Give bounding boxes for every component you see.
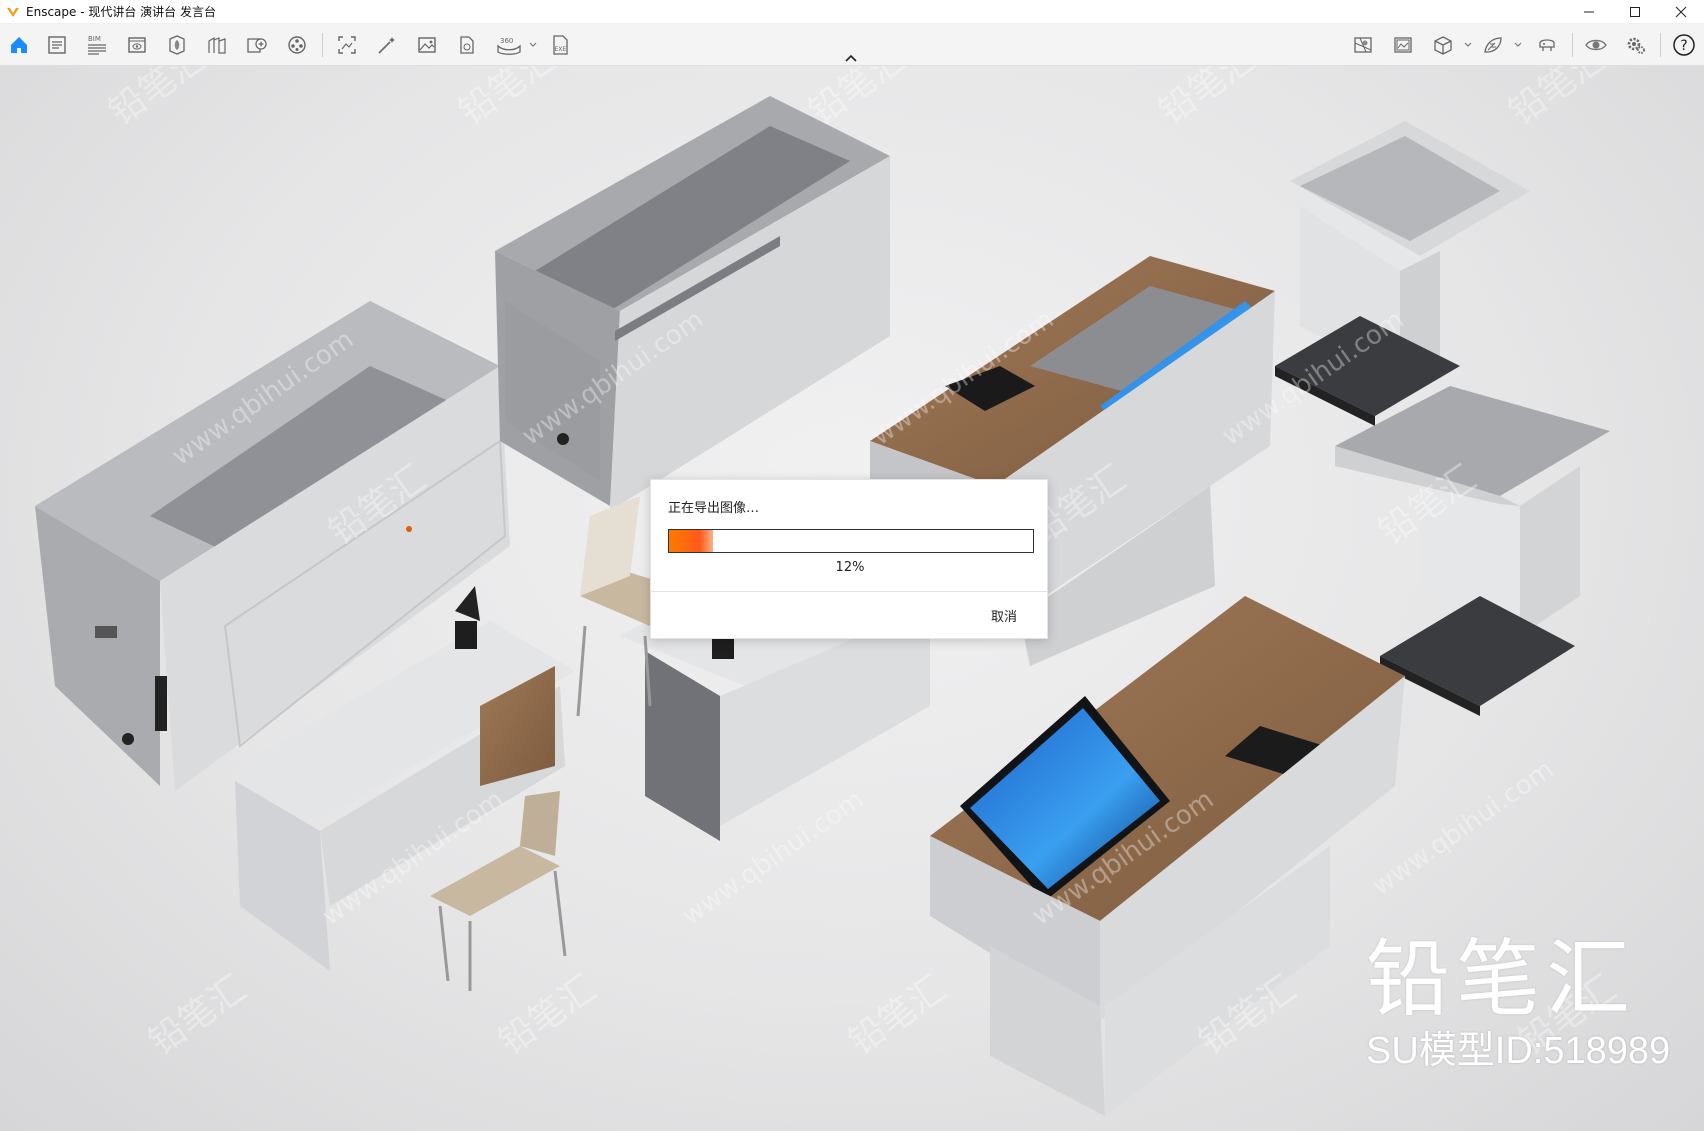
brand-title: 铅笔汇 [1366, 930, 1637, 1028]
chevron-up-icon[interactable] [842, 53, 860, 65]
watermark-site: www.qbihui.com [867, 304, 1059, 451]
minimize-button[interactable] [1566, 0, 1612, 24]
window-controls [1566, 0, 1704, 24]
progress-percent: 12% [835, 560, 865, 575]
enscape-logo-icon [4, 0, 22, 24]
close-button[interactable] [1658, 0, 1704, 24]
watermark-brand: 铅笔汇 [1152, 66, 1264, 133]
eye-icon[interactable] [1583, 32, 1609, 58]
title-bar: Enscape - 现代讲台 演讲台 发言台 [0, 0, 1704, 24]
materials-icon[interactable] [204, 32, 230, 58]
brand-overlay: 铅笔汇 SU模型ID:518989 [1366, 931, 1686, 1073]
model-id-label: SU模型ID:518989 [1366, 1030, 1671, 1072]
pano-badge: 360 [500, 37, 513, 45]
toolbar-separator [1660, 33, 1661, 57]
help-icon[interactable]: ? [1671, 32, 1697, 58]
maximize-icon [1630, 7, 1640, 17]
book-add-icon[interactable] [244, 32, 270, 58]
export-exe-icon[interactable]: EXE [548, 32, 574, 58]
video-editor-icon[interactable] [284, 32, 310, 58]
bim-badge: BIM [88, 35, 101, 43]
watermark-site: www.qbihui.com [317, 784, 509, 931]
magic-wand-icon[interactable] [374, 32, 400, 58]
progress-fill [669, 530, 713, 552]
map-icon[interactable] [1350, 32, 1376, 58]
window-title: Enscape - 现代讲台 演讲台 发言台 [26, 5, 216, 19]
help-glyph: ? [1680, 38, 1687, 54]
watermark-brand: 铅笔汇 [102, 66, 214, 133]
export-status-text: 正在导出图像… [668, 501, 760, 516]
watermark-brand: 铅笔汇 [1372, 458, 1484, 554]
toolbar-separator [322, 33, 323, 57]
render-file-icon[interactable] [454, 32, 480, 58]
watermark-brand: 铅笔汇 [802, 66, 914, 133]
dialog-divider [651, 591, 1047, 592]
export-progress-dialog: 正在导出图像… 12% 取消 [650, 479, 1048, 639]
watermark-brand: 铅笔汇 [142, 968, 254, 1064]
minimize-icon [1584, 11, 1594, 13]
watermark-brand: 铅笔汇 [842, 968, 954, 1064]
watermark-site: www.qbihui.com [1367, 754, 1559, 901]
image-gallery-icon[interactable] [1390, 32, 1416, 58]
watermark-brand: 铅笔汇 [452, 66, 564, 133]
visual-settings-icon[interactable] [124, 32, 150, 58]
watermark-site: www.qbihui.com [1027, 784, 1219, 931]
watermark-brand: 铅笔汇 [1192, 968, 1304, 1064]
watermark-site: www.qbihui.com [517, 304, 709, 451]
render-image-icon[interactable] [414, 32, 440, 58]
toolbar-separator [1572, 33, 1573, 57]
watermark-site: www.qbihui.com [1217, 304, 1409, 451]
maximize-button[interactable] [1612, 0, 1658, 24]
chevron-down-icon[interactable] [1513, 40, 1523, 50]
vr-headset-icon[interactable] [1534, 32, 1560, 58]
screenshot-icon[interactable] [334, 32, 360, 58]
exe-badge: EXE [555, 46, 567, 53]
watermark-brand: 铅笔汇 [492, 968, 604, 1064]
cancel-button[interactable]: 取消 [991, 606, 1017, 625]
settings-icon[interactable] [1623, 32, 1649, 58]
bim-panel-icon[interactable]: BIM [84, 32, 110, 58]
document-icon[interactable] [44, 32, 70, 58]
chevron-down-icon[interactable] [528, 40, 538, 50]
feedback-icon[interactable] [1480, 32, 1506, 58]
asset-library-icon[interactable] [164, 32, 190, 58]
watermark-site: www.qbihui.com [167, 324, 359, 471]
cube-view-icon[interactable] [1430, 32, 1456, 58]
home-icon[interactable] [6, 32, 32, 58]
watermark-brand: 铅笔汇 [322, 458, 434, 554]
watermark-site: www.qbihui.com [677, 784, 869, 931]
close-icon [1675, 6, 1687, 18]
chevron-down-icon[interactable] [1463, 40, 1473, 50]
export-progress-bar [668, 529, 1034, 553]
panorama-360-icon[interactable]: 360 [494, 32, 524, 58]
watermark-brand: 铅笔汇 [1502, 66, 1614, 133]
